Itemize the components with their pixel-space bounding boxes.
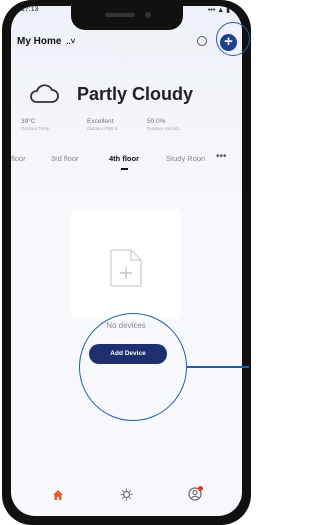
weather-condition: Partly Cloudy (77, 84, 194, 104)
tab-floor[interactable]: floor (11, 154, 26, 163)
document-add-icon (110, 249, 142, 287)
app-screen: 17:13 ••• ▲ ▮ My Home ..˅ + Partly Cloud… (11, 6, 242, 516)
more-tabs-button[interactable]: ••• (216, 151, 227, 162)
notch (71, 6, 183, 30)
stat-value: Excellent (87, 118, 114, 125)
home-title: My Home (17, 36, 62, 47)
stat-label: Outdoor PM2.5 (87, 126, 118, 131)
notification-badge (198, 486, 203, 491)
home-selector[interactable]: My Home ..˅ (17, 36, 75, 47)
chevron-down-icon: ..˅ (66, 37, 76, 46)
home-icon[interactable] (52, 489, 64, 501)
stat-value: 50.0% (147, 118, 166, 125)
scan-icon[interactable] (197, 36, 207, 46)
stat-label: Outdoor Humidi... (147, 126, 183, 131)
tab-3rd-floor[interactable]: 3rd floor (51, 154, 79, 163)
stat-pm25: Excellent Outdoor PM2.5 (87, 118, 147, 131)
status-time: 17:13 (21, 6, 39, 13)
phone-frame: 17:13 ••• ▲ ▮ My Home ..˅ + Partly Cloud… (2, 0, 251, 525)
highlight-ring-add-device (79, 313, 187, 421)
active-tab-indicator (121, 168, 128, 170)
stat-label: Outdoor Temp (21, 126, 50, 131)
highlight-ring-add (216, 22, 250, 56)
cloud-icon (30, 84, 59, 103)
tab-4th-floor[interactable]: 4th floor (109, 154, 139, 163)
stat-humidity: 50.0% Outdoor Humidi... (147, 118, 207, 131)
tab-study-room[interactable]: Study Roon (166, 154, 205, 163)
status-indicators: ••• ▲ ▮ (207, 7, 230, 14)
bottom-nav (18, 485, 235, 509)
highlight-line (187, 366, 249, 368)
stat-temp: 39°C Outdoor Temp (21, 118, 81, 131)
stat-value: 39°C (21, 118, 36, 125)
scene-icon[interactable] (120, 488, 133, 501)
profile-nav[interactable] (188, 486, 203, 501)
